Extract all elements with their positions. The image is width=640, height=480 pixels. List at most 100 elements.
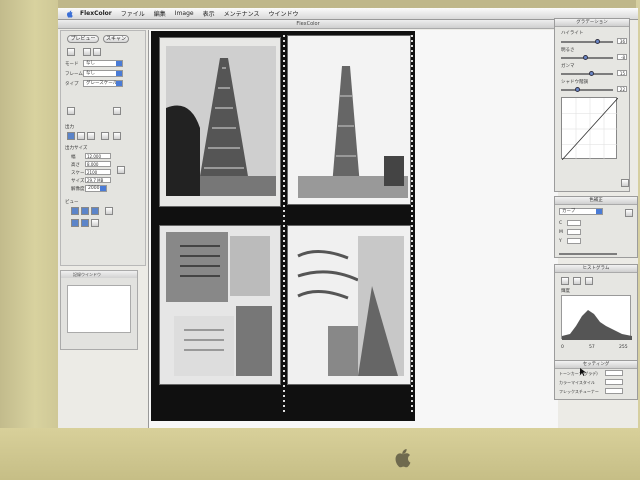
film-sprocket — [283, 35, 285, 415]
black-point-icon[interactable] — [561, 277, 569, 285]
settings-title: セッティング — [555, 361, 637, 369]
highlight-value[interactable]: 36 — [617, 38, 627, 44]
lock-aspect-icon[interactable] — [117, 166, 125, 174]
view-reset-icon[interactable] — [91, 219, 99, 227]
orientation-portrait-icon[interactable] — [67, 132, 75, 140]
shadow-label: シャドウ階調 — [561, 80, 588, 85]
film-sprocket — [411, 35, 413, 415]
preview-area[interactable] — [148, 30, 558, 428]
monitor-bezel-left — [0, 0, 58, 480]
flip-vertical-icon[interactable] — [81, 219, 89, 227]
eyedropper-color-icon[interactable] — [625, 209, 633, 217]
histogram-title: ヒストグラム — [555, 265, 637, 273]
color-slider[interactable] — [559, 253, 617, 255]
rotate-right-icon[interactable] — [113, 107, 121, 115]
orientation-landscape-icon[interactable] — [77, 132, 85, 140]
magenta-field[interactable] — [567, 229, 581, 235]
histogram-graph[interactable] — [561, 295, 632, 340]
menu-image[interactable]: Image — [175, 10, 194, 17]
brightness-value[interactable]: -8 — [617, 54, 627, 60]
gradation-palette: グラデーション ハイライト 36 明るさ -8 ガンマ 15 シャドウ階調 22 — [554, 18, 630, 192]
film-frame-2[interactable] — [287, 35, 411, 205]
color-icon[interactable] — [113, 132, 121, 140]
menu-maintenance[interactable]: メンテナンス — [224, 9, 260, 18]
menu-file[interactable]: ファイル — [121, 9, 145, 18]
color-correction-title: 色補正 — [555, 197, 637, 205]
text-icon[interactable] — [101, 132, 109, 140]
height-label: 高さ — [71, 163, 80, 168]
log-window-title: 記録ウインドウ — [61, 271, 137, 278]
settings-row-tuner[interactable]: フレックスチューナー — [559, 388, 623, 395]
menu-view[interactable]: 表示 — [203, 9, 215, 18]
highlight-label: ハイライト — [561, 31, 584, 36]
type-select[interactable]: グレースケール — [83, 80, 123, 87]
highlight-knob[interactable] — [595, 39, 600, 44]
zoom-tool-icon[interactable] — [67, 48, 75, 56]
gray-point-icon[interactable] — [573, 277, 581, 285]
gamma-slider[interactable] — [561, 73, 613, 75]
nav-center-icon[interactable] — [105, 207, 113, 215]
window-title: FlexColor — [58, 20, 558, 29]
crop-tool-icon[interactable] — [83, 48, 91, 56]
curve-graph[interactable] — [561, 97, 619, 161]
output-label: 出力 — [65, 125, 74, 130]
log-window: 記録ウインドウ — [60, 270, 138, 350]
flip-horizontal-icon[interactable] — [71, 219, 79, 227]
histogram-min: 0 — [561, 345, 564, 350]
preview-button[interactable]: プレビュー — [67, 35, 99, 43]
monitor-bezel-bottom — [0, 428, 640, 480]
yellow-label: Y — [559, 239, 562, 244]
log-window-content — [67, 285, 131, 333]
filesize-label: サイズ — [71, 179, 85, 184]
contact-sheet — [151, 31, 415, 421]
mouse-cursor-icon — [580, 368, 586, 376]
shadow-slider[interactable] — [561, 89, 613, 91]
frame-select[interactable]: なし — [83, 70, 123, 77]
cyan-field[interactable] — [567, 220, 581, 226]
histogram-max: 255 — [619, 345, 628, 350]
nav-down-icon[interactable] — [81, 207, 89, 215]
scan-button[interactable]: スキャン — [103, 35, 129, 43]
color-correction-palette: 色補正 カーブ C M Y — [554, 196, 638, 258]
gradation-title: グラデーション — [555, 19, 629, 27]
gamma-knob[interactable] — [589, 71, 594, 76]
magenta-label: M — [559, 230, 563, 235]
brightness-knob[interactable] — [583, 55, 588, 60]
menu-window[interactable]: ウインドウ — [269, 9, 299, 18]
move-tool-icon[interactable] — [93, 48, 101, 56]
shadow-knob[interactable] — [575, 87, 580, 92]
filesize-field: 29.7 MB — [85, 177, 111, 183]
settings-row-tonecurve[interactable]: トーンカーブ(グラデ) — [559, 370, 623, 377]
resolution-select[interactable]: 2000 — [85, 185, 107, 192]
scan-control-panel: プレビュー スキャン モード なし フレーム なし タイプ グレースケール 出力… — [60, 30, 146, 266]
gamma-value[interactable]: 15 — [617, 70, 627, 76]
nav-left-icon[interactable] — [91, 207, 99, 215]
height-field[interactable]: 8.000 — [85, 161, 111, 167]
rotate-left-icon[interactable] — [67, 107, 75, 115]
menu-app-name[interactable]: FlexColor — [80, 10, 112, 17]
histogram-mid: 57 — [589, 345, 595, 350]
apple-logo-icon — [395, 449, 411, 468]
brightness-label: 明るさ — [561, 48, 575, 53]
shadow-value[interactable]: 22 — [617, 86, 627, 92]
cyan-label: C — [559, 221, 563, 226]
settings-row-colorstyle[interactable]: カラーマイスタイル — [559, 379, 623, 386]
film-frame-3[interactable] — [159, 225, 281, 385]
menu-bar: FlexColor ファイル 編集 Image 表示 メンテナンス ウインドウ — [58, 8, 638, 20]
menu-edit[interactable]: 編集 — [154, 9, 166, 18]
view-heading: ビュー — [65, 200, 79, 205]
nav-up-icon[interactable] — [71, 207, 79, 215]
color-mode-select[interactable]: カーブ — [559, 208, 603, 215]
fit-icon[interactable] — [87, 132, 95, 140]
film-frame-4[interactable] — [287, 225, 411, 385]
film-frame-1[interactable] — [159, 37, 281, 207]
apple-menu-icon[interactable] — [64, 9, 74, 19]
resolution-label: 解像度 — [71, 187, 85, 192]
yellow-field[interactable] — [567, 238, 581, 244]
eyedropper-icon[interactable] — [621, 179, 629, 187]
scale-field[interactable]: 2100 — [85, 169, 111, 175]
highlight-slider[interactable] — [561, 41, 613, 43]
white-point-icon[interactable] — [585, 277, 593, 285]
mode-select[interactable]: なし — [83, 60, 123, 67]
width-field[interactable]: 12.000 — [85, 153, 111, 159]
